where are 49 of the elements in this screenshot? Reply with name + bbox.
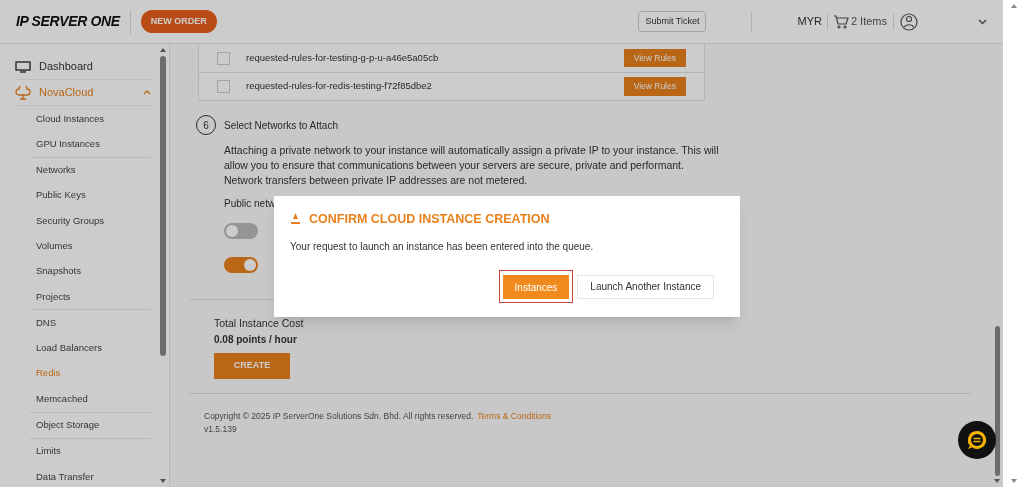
currency-label[interactable]: MYR (797, 13, 822, 30)
cloud-icon (15, 85, 31, 100)
chevron-down-icon[interactable] (978, 18, 987, 25)
sidebar-subitem[interactable]: Object Storage (30, 412, 151, 438)
chat-icon (966, 429, 988, 451)
dialog-message: Your request to launch an instance has been entered into the queue. (290, 239, 595, 254)
submit-ticket-button[interactable]: Submit Ticket (638, 10, 707, 33)
sidebar-subitem[interactable]: Load Balancers (30, 335, 151, 361)
sidebar-subitem[interactable]: Networks (30, 157, 151, 183)
dialog-title: CONFIRM CLOUD INSTANCE CREATION (309, 211, 550, 228)
network-toggle[interactable] (224, 223, 258, 239)
rule-name: requested-rules-for-testing-g-p-u-a46e5a05cb (246, 50, 440, 65)
scrollbar-thumb[interactable] (160, 56, 166, 356)
sidebar-subitem[interactable]: Public Keys (30, 182, 151, 209)
rule-checkbox[interactable] (217, 80, 230, 93)
scroll-up-icon[interactable] (160, 48, 166, 52)
sidebar-subitem[interactable]: Cloud Instances (30, 106, 151, 132)
version-text: v1.5.139 (204, 422, 238, 436)
user-icon[interactable] (900, 12, 918, 31)
logo: IP SERVER ONE (16, 12, 120, 31)
network-description: Attaching a private network to your instance will automatically assign a private IP to your instance. This will allow you to ensure that communications between your servers are secure, private and performant. (224, 143, 720, 173)
sidebar-subitem[interactable]: Volumes (30, 233, 151, 259)
cart-button[interactable]: 2 Items (832, 13, 887, 30)
sidebar-subitem[interactable]: GPU Instances (30, 131, 151, 157)
scroll-down-icon[interactable] (994, 479, 1000, 483)
scroll-up-icon[interactable] (1010, 4, 1017, 8)
sidebar-subitem[interactable]: Security Groups (30, 208, 151, 234)
monitor-icon (15, 60, 31, 73)
rule-checkbox[interactable] (217, 51, 230, 65)
sidebar-subitem[interactable]: DNS (30, 310, 151, 336)
sidebar-item[interactable]: Dashboard (15, 54, 151, 80)
scroll-down-icon[interactable] (1010, 479, 1017, 483)
cost-value: 0.08 points / hour (214, 332, 298, 347)
cost-label: Total Instance Cost (214, 316, 305, 331)
sidebar-subitem[interactable]: Data Transfer (30, 464, 151, 487)
sidebar-subitem[interactable]: Projects (30, 284, 151, 310)
sidebar-subitem[interactable]: Memcached (30, 386, 151, 412)
sidebar-subitem[interactable]: Snapshots (30, 258, 151, 285)
scroll-down-icon[interactable] (160, 479, 166, 483)
rule-name: requested-rules-for-redis-testing-f72f85dbe2 (246, 79, 433, 94)
scrollbar-thumb[interactable] (994, 326, 1000, 476)
network-toggle[interactable] (224, 257, 258, 273)
launch-another-button[interactable]: Launch Another Instance (577, 274, 714, 299)
cart-icon (832, 14, 849, 29)
network-note: Network transfers between private IP addresses are not metered. (224, 173, 529, 188)
step-title: Select Networks to Attach (224, 118, 338, 133)
chevron-up-icon (143, 90, 151, 95)
sidebar-subitem[interactable]: Limits (30, 438, 151, 465)
copyright-text: Copyright © 2025 IP ServerOne Solutions Sdn. Bhd. All rights reserved. (204, 409, 474, 423)
